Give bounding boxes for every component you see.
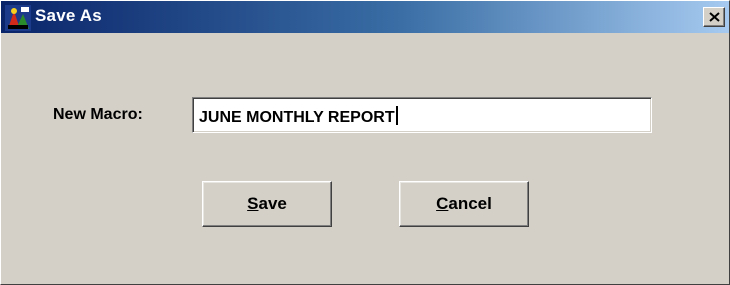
close-icon [709,12,720,22]
save-as-dialog: Save As New Macro: JUNE MONTHLY REPORT S… [0,0,730,285]
title-bar[interactable]: Save As [1,1,729,33]
text-caret [395,106,398,125]
close-button[interactable] [703,7,725,27]
save-button[interactable]: Save [202,181,332,227]
cancel-button-label: Cancel [436,194,492,213]
save-button-label: Save [247,194,287,213]
dialog-title: Save As [35,6,102,25]
cancel-button[interactable]: Cancel [399,181,529,227]
macro-app-icon [5,5,31,31]
new-macro-label: New Macro: [53,106,143,123]
new-macro-input[interactable]: JUNE MONTHLY REPORT [192,97,652,133]
new-macro-value: JUNE MONTHLY REPORT [199,109,395,126]
